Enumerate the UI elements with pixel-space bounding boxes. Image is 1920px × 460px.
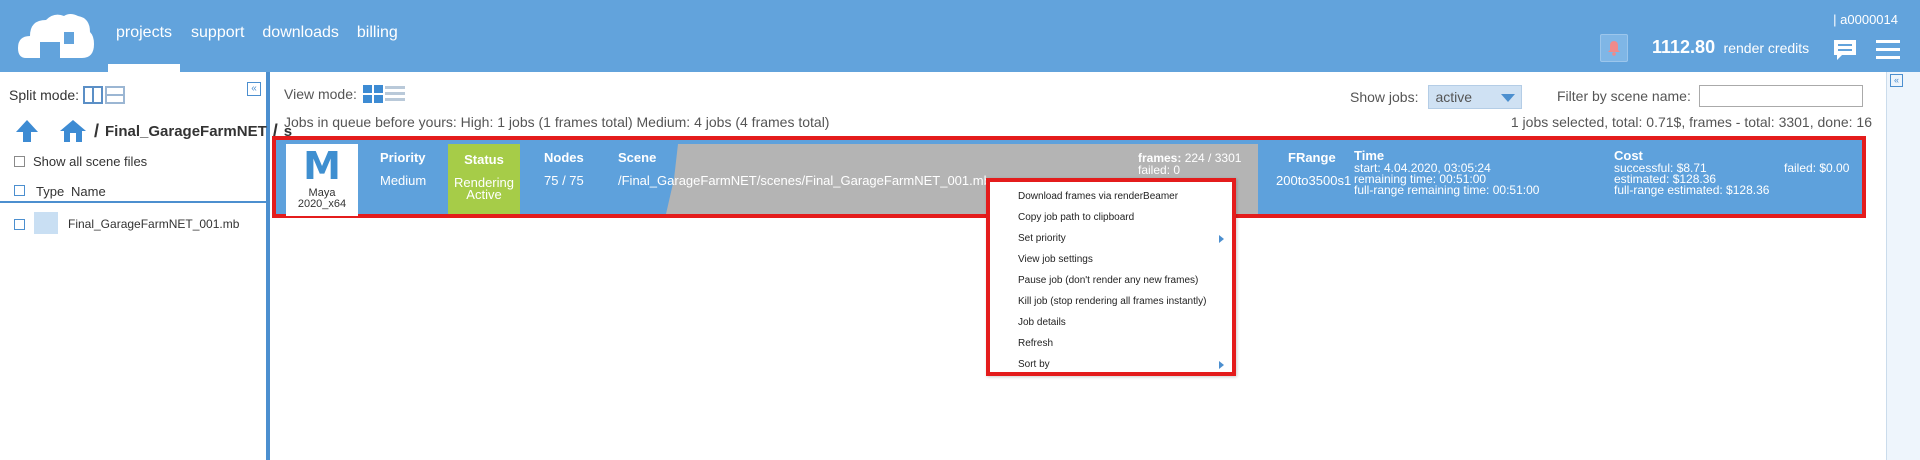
frames-value: 224 / 3301 [1184, 151, 1242, 165]
view-mode: View mode: [284, 85, 405, 103]
credits-label: render credits [1723, 40, 1810, 56]
status-cell: Status Rendering Active [448, 144, 520, 214]
cost-failed: failed: $0.00 [1784, 161, 1850, 175]
cloud-logo-icon[interactable] [18, 12, 94, 64]
nodes-value: 75 / 75 [544, 173, 584, 188]
show-all-scene-files[interactable]: Show all scene files [14, 154, 147, 169]
chevron-down-icon [1501, 94, 1516, 102]
scene-path: /Final_GarageFarmNET/scenes/Final_Garage… [618, 173, 991, 188]
nodes-header: Nodes [544, 150, 584, 165]
bell-icon [1608, 41, 1620, 56]
breadcrumb-folder[interactable]: Final_GarageFarmNET [105, 123, 267, 140]
frange-cell: FRange 200to3500s1 [1276, 150, 1351, 188]
submenu-arrow-icon [1219, 361, 1224, 369]
column-name[interactable]: Name [71, 184, 106, 199]
filter-label: Filter by scene name: [1557, 88, 1691, 104]
menu-download-frames[interactable]: Download frames via renderBeamer [1018, 191, 1178, 202]
failed-frames: failed: 0 [1138, 163, 1181, 177]
status-header: Status [464, 152, 504, 167]
time-cell: Time start: 4.04.2020, 03:05:24 remainin… [1354, 148, 1540, 197]
breadcrumb: / Final_GarageFarmNET / s [14, 118, 292, 144]
chat-icon[interactable] [1832, 38, 1858, 62]
priority-cell: Priority Medium [380, 150, 426, 188]
show-all-label: Show all scene files [33, 154, 148, 169]
priority-value: Medium [380, 173, 427, 188]
active-nav-indicator [108, 64, 180, 72]
job-context-menu: Download frames via renderBeamer Copy jo… [986, 178, 1236, 376]
submenu-arrow-icon [1219, 235, 1224, 243]
view-mode-label: View mode: [284, 86, 357, 102]
nodes-cell: Nodes 75 / 75 [544, 150, 584, 188]
main-nav: projects support downloads billing [116, 24, 416, 42]
menu-sort-by[interactable]: Sort by [1018, 359, 1050, 370]
full-range-remaining-time: full-range remaining time: 00:51:00 [1354, 183, 1540, 197]
frange-value: 200to3500s1 [1276, 173, 1352, 188]
show-jobs-label: Show jobs: [1350, 89, 1419, 105]
scene-header: Scene [618, 150, 657, 165]
cost-header: Cost [1614, 148, 1643, 163]
priority-header: Priority [380, 150, 426, 165]
file-browser-panel: Split mode: « / Final_GarageFarmNET / s … [0, 72, 292, 460]
hamburger-menu-icon[interactable] [1876, 38, 1900, 60]
menu-set-priority[interactable]: Set priority [1018, 233, 1066, 244]
time-header: Time [1354, 148, 1385, 163]
home-icon[interactable] [58, 118, 88, 144]
file-icon [34, 212, 58, 234]
file-checkbox[interactable] [14, 219, 25, 230]
file-name[interactable]: Final_GarageFarmNET_001.mb [68, 217, 239, 231]
status-value-2: Active [466, 187, 502, 202]
show-jobs-filter: Show jobs: active [1350, 85, 1523, 109]
menu-refresh[interactable]: Refresh [1018, 338, 1053, 349]
file-list-item[interactable]: Final_GarageFarmNET_001.mb [0, 212, 266, 236]
nav-downloads[interactable]: downloads [262, 24, 339, 42]
show-all-checkbox[interactable] [14, 156, 25, 167]
menu-kill-job[interactable]: Kill job (stop rendering all frames inst… [1018, 296, 1206, 307]
render-credits: 1112.80 render credits [1652, 37, 1809, 58]
split-vertical-icon[interactable] [83, 86, 104, 104]
select-all-checkbox[interactable] [14, 185, 25, 196]
top-header: projects support downloads billing | a00… [0, 0, 1920, 72]
split-mode-label: Split mode: [9, 87, 80, 103]
scene-name-filter: Filter by scene name: [1557, 85, 1863, 107]
show-jobs-value: active [1435, 89, 1473, 105]
grid-view-icon[interactable] [362, 85, 383, 103]
selection-summary: 1 jobs selected, total: 0.71$, frames - … [1510, 114, 1872, 130]
menu-job-details[interactable]: Job details [1018, 317, 1066, 328]
cost-cell: Cost successful: $8.71 estimated: $128.3… [1614, 148, 1770, 197]
collapse-left-panel-button[interactable]: « [247, 82, 261, 96]
scene-cell: Scene /Final_GarageFarmNET/scenes/Final_… [618, 150, 991, 188]
list-view-icon[interactable] [384, 85, 405, 103]
breadcrumb-separator: / [94, 120, 100, 141]
app-version: 2020_x64 [297, 198, 347, 210]
frames-info: frames: 224 / 3301 failed: 0 [1138, 152, 1241, 176]
notification-button[interactable] [1600, 34, 1628, 62]
split-horizontal-icon[interactable] [105, 86, 126, 104]
maya-app-badge: M Maya 2020_x64 [286, 144, 358, 216]
right-panel-collapsed: « [1886, 72, 1920, 460]
show-jobs-select[interactable]: active [1428, 85, 1523, 109]
queue-info: Jobs in queue before yours: High: 1 jobs… [284, 114, 830, 130]
nav-support[interactable]: support [191, 24, 244, 42]
up-arrow-icon[interactable] [14, 118, 40, 144]
account-id[interactable]: | a0000014 [1833, 12, 1898, 27]
filter-input[interactable] [1698, 85, 1863, 107]
split-mode: Split mode: [9, 86, 126, 104]
maya-icon: M [303, 144, 341, 188]
nav-billing[interactable]: billing [357, 24, 398, 42]
column-type[interactable]: Type [36, 184, 64, 199]
nav-projects[interactable]: projects [116, 24, 172, 42]
menu-view-job-settings[interactable]: View job settings [1018, 254, 1093, 265]
menu-copy-job-path[interactable]: Copy job path to clipboard [1018, 212, 1134, 223]
credits-amount: 1112.80 [1652, 37, 1716, 57]
frange-header: FRange [1288, 150, 1336, 165]
file-list-header: Type Name [0, 175, 266, 203]
expand-right-panel-button[interactable]: « [1890, 74, 1903, 87]
menu-pause-job[interactable]: Pause job (don't render any new frames) [1018, 275, 1198, 286]
cost-full-range-estimated: full-range estimated: $128.36 [1614, 183, 1770, 197]
